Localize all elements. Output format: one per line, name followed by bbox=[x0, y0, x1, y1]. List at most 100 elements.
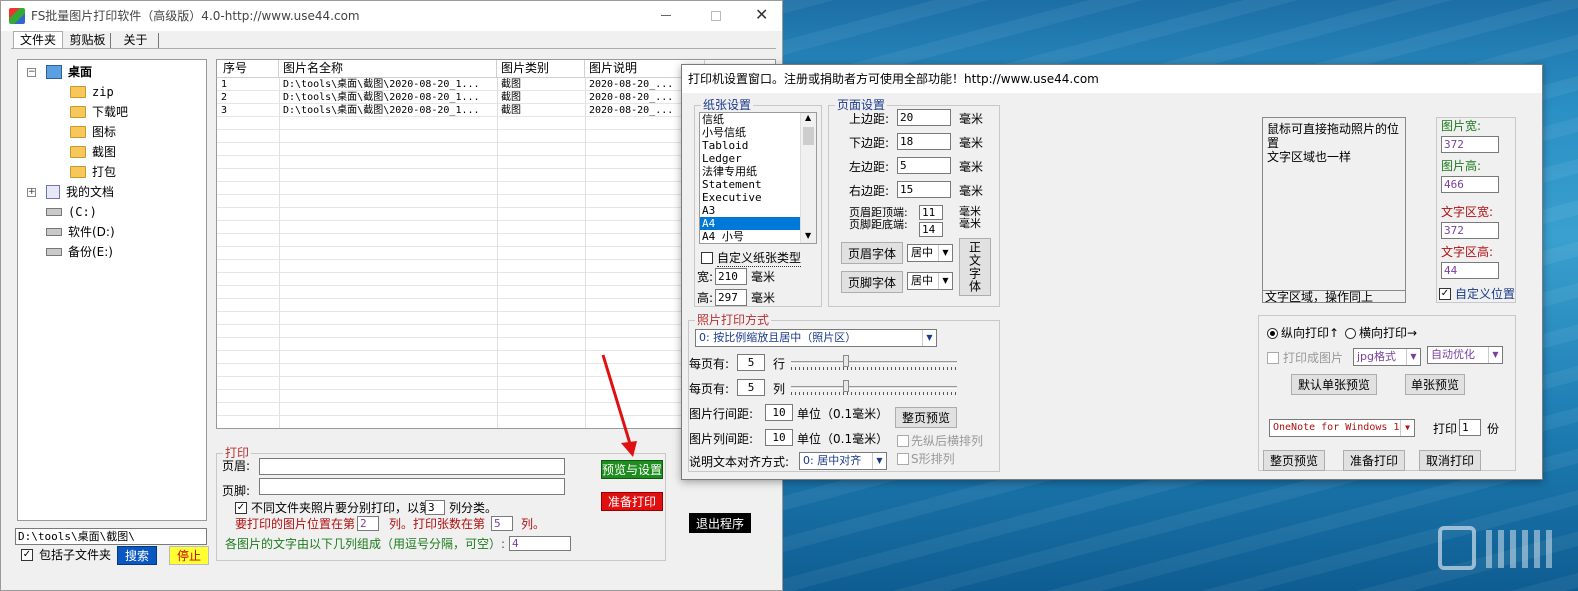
footer-distance-input[interactable]: 14 bbox=[919, 222, 943, 237]
list-item[interactable]: Ledger bbox=[702, 152, 742, 165]
preview-settings-button[interactable]: 预览与设置 bbox=[601, 460, 663, 479]
exit-program-button[interactable]: 退出程序 bbox=[689, 513, 751, 533]
rows-slider[interactable] bbox=[791, 354, 957, 370]
print-count-input[interactable]: 5 bbox=[491, 516, 513, 531]
tree-folder-xiazaiba[interactable]: 下载吧 bbox=[70, 104, 128, 120]
image-width-input[interactable]: 372 bbox=[1441, 136, 1499, 153]
list-item[interactable]: A3 bbox=[702, 204, 715, 217]
chevron-down-icon[interactable]: ▼ bbox=[922, 330, 936, 346]
image-position-input[interactable]: 2 bbox=[357, 516, 379, 531]
default-single-preview-button[interactable]: 默认单张预览 bbox=[1291, 374, 1377, 395]
image-format-select[interactable]: jpg格式 ▼ bbox=[1353, 348, 1421, 366]
column-header-index[interactable]: 序号 bbox=[217, 60, 279, 78]
header-input[interactable] bbox=[259, 458, 565, 475]
custom-position-checkbox[interactable]: ✓ bbox=[1439, 288, 1451, 300]
output-full-preview-button[interactable]: 整页预览 bbox=[1263, 450, 1325, 471]
tree-folder-screenshots[interactable]: 截图 bbox=[70, 144, 116, 160]
right-margin-input[interactable]: 15 bbox=[897, 181, 951, 198]
row-gap-input[interactable]: 10 bbox=[765, 404, 793, 421]
photo-mode-select[interactable]: 0: 按比例缩放且居中（照片区） ▼ bbox=[695, 329, 937, 347]
folder-tree[interactable]: − 桌面 zip 下载吧 图标 截图 打包 + 我的文档 (C:) 软件(D:)… bbox=[17, 59, 207, 521]
tree-my-documents[interactable]: 我的文档 bbox=[46, 184, 114, 200]
footer-input[interactable] bbox=[259, 478, 565, 495]
left-margin-input[interactable]: 5 bbox=[897, 157, 951, 174]
list-item[interactable]: 信纸 bbox=[702, 113, 724, 126]
s-shape-checkbox[interactable] bbox=[897, 453, 909, 465]
tree-drive-e[interactable]: 备份(E:) bbox=[46, 244, 113, 260]
copies-input[interactable]: 1 bbox=[1459, 419, 1481, 436]
list-item[interactable]: 法律专用纸 bbox=[702, 165, 757, 178]
cols-slider[interactable] bbox=[791, 379, 957, 395]
tab-folder[interactable]: 文件夹 bbox=[13, 31, 63, 49]
cols-per-page-input[interactable]: 5 bbox=[737, 379, 765, 396]
separate-folders-checkbox[interactable]: ✓ bbox=[235, 502, 247, 514]
text-compose-input[interactable]: 4 bbox=[509, 536, 571, 551]
printer-select[interactable]: OneNote for Windows 1 ▼ bbox=[1269, 419, 1415, 437]
body-font-button[interactable]: 正文字体 bbox=[959, 238, 991, 296]
header-distance-input[interactable]: 11 bbox=[919, 205, 943, 220]
scroll-thumb[interactable] bbox=[803, 127, 814, 145]
main-ready-print-button[interactable]: 准备打印 bbox=[601, 492, 663, 511]
tree-folder-zip[interactable]: zip bbox=[70, 84, 114, 100]
column-header-filename[interactable]: 图片名全称 bbox=[279, 60, 497, 78]
maximize-icon[interactable] bbox=[711, 11, 721, 21]
portrait-radio[interactable] bbox=[1267, 328, 1278, 339]
tree-desktop[interactable]: 桌面 bbox=[46, 64, 92, 80]
chevron-down-icon[interactable]: ▼ bbox=[938, 245, 952, 261]
preview-area[interactable]: 鼠标可直接拖动照片的位置 文字区域也一样 文字区域，操作同上 bbox=[1262, 117, 1406, 304]
top-margin-input[interactable]: 20 bbox=[897, 109, 951, 126]
header-font-button[interactable]: 页眉字体 bbox=[841, 242, 903, 264]
collapse-desktop-icon[interactable]: − bbox=[27, 68, 36, 77]
minimize-icon[interactable] bbox=[661, 15, 671, 16]
chevron-down-icon[interactable]: ▼ bbox=[1488, 347, 1502, 363]
text-height-input[interactable]: 44 bbox=[1441, 262, 1499, 279]
list-item[interactable]: Tabloid bbox=[702, 139, 748, 152]
tab-clipboard[interactable]: 剪贴板 bbox=[65, 33, 111, 49]
chevron-down-icon[interactable]: ▼ bbox=[1400, 420, 1414, 436]
col-gap-input[interactable]: 10 bbox=[765, 429, 793, 446]
bottom-margin-input[interactable]: 18 bbox=[897, 133, 951, 150]
tree-folder-icons[interactable]: 图标 bbox=[70, 124, 116, 140]
image-height-input[interactable]: 466 bbox=[1441, 176, 1499, 193]
optimize-select[interactable]: 自动优化 ▼ bbox=[1427, 346, 1503, 364]
landscape-radio[interactable] bbox=[1345, 328, 1356, 339]
dialog-title-bar[interactable]: 打印机设置窗口。注册或捐助者方可使用全部功能！http://www.use44.… bbox=[682, 65, 1542, 93]
chevron-down-icon[interactable]: ▼ bbox=[938, 273, 952, 289]
scroll-down-icon[interactable]: ▼ bbox=[805, 231, 811, 240]
footer-font-button[interactable]: 页脚字体 bbox=[841, 271, 903, 293]
close-icon[interactable]: ✕ bbox=[755, 6, 768, 24]
cancel-print-button[interactable]: 取消打印 bbox=[1419, 450, 1481, 471]
expand-mydocs-icon[interactable]: + bbox=[27, 188, 36, 197]
text-width-input[interactable]: 372 bbox=[1441, 222, 1499, 239]
custom-paper-checkbox[interactable] bbox=[701, 252, 713, 264]
tree-drive-d[interactable]: 软件(D:) bbox=[46, 224, 115, 240]
text-align-select[interactable]: 0: 居中对齐 ▼ bbox=[799, 452, 887, 470]
list-item[interactable]: Executive bbox=[702, 191, 762, 204]
column-header-category[interactable]: 图片类别 bbox=[497, 60, 585, 78]
list-item[interactable]: 小号信纸 bbox=[702, 126, 746, 139]
list-scrollbar[interactable]: ▲ ▼ bbox=[800, 113, 816, 243]
text-area-caption[interactable]: 文字区域，操作同上 bbox=[1263, 290, 1405, 304]
chevron-down-icon[interactable]: ▼ bbox=[1406, 349, 1420, 365]
tree-folder-pack[interactable]: 打包 bbox=[70, 164, 116, 180]
vert-then-horiz-checkbox[interactable] bbox=[897, 435, 909, 447]
scroll-up-icon[interactable]: ▲ bbox=[805, 113, 811, 122]
paper-height-input[interactable]: 297 bbox=[715, 289, 747, 306]
single-preview-button[interactable]: 单张预览 bbox=[1405, 374, 1465, 395]
tree-drive-c[interactable]: (C:) bbox=[46, 204, 97, 220]
photo-full-preview-button[interactable]: 整页预览 bbox=[895, 407, 957, 428]
tab-about[interactable]: 关于 bbox=[113, 33, 159, 49]
folder-path-input[interactable]: D:\tools\桌面\截图\ bbox=[15, 528, 207, 545]
header-align-select[interactable]: 居中 ▼ bbox=[907, 244, 953, 262]
rows-per-page-input[interactable]: 5 bbox=[737, 354, 765, 371]
stop-button[interactable]: 停止 bbox=[169, 546, 209, 565]
list-item-selected[interactable]: A4 bbox=[700, 217, 800, 230]
list-item[interactable]: Statement bbox=[702, 178, 762, 191]
search-button[interactable]: 搜索 bbox=[117, 546, 157, 565]
paper-width-input[interactable]: 210 bbox=[715, 268, 747, 285]
paper-size-list[interactable]: 信纸 小号信纸 Tabloid Ledger 法律专用纸 Statement E… bbox=[699, 112, 817, 244]
footer-align-select[interactable]: 居中 ▼ bbox=[907, 272, 953, 290]
main-title-bar[interactable]: FS批量图片打印软件（高级版）4.0-http://www.use44.com … bbox=[1, 1, 782, 31]
list-item[interactable]: A4 小号 bbox=[702, 230, 744, 243]
print-as-image-checkbox[interactable] bbox=[1267, 352, 1279, 364]
